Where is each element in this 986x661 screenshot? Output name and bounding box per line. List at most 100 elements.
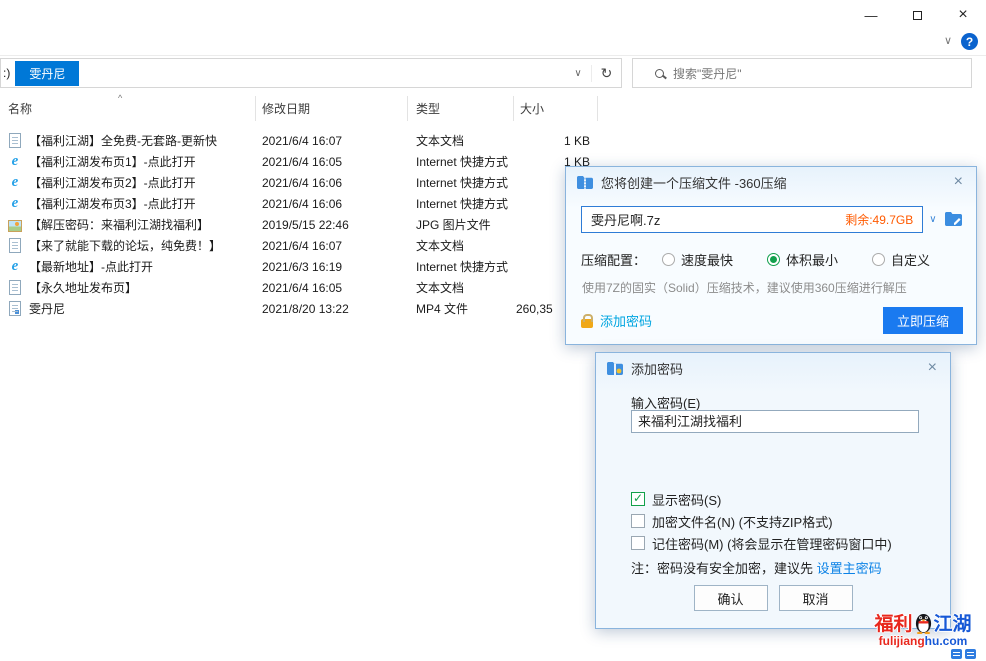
search-box[interactable]: 搜索"雯丹尼": [632, 58, 972, 88]
mp4-video-icon: [9, 301, 21, 316]
file-row[interactable]: 【福利江湖发布页1】-点此打开 2021/6/4 16:05 Internet …: [0, 151, 622, 172]
ribbon-expand-icon[interactable]: ∨: [944, 34, 952, 47]
file-date: 2021/6/4 16:06: [256, 176, 408, 190]
file-row[interactable]: 【解压密码：来福利江湖找福利】 2019/5/15 22:46 JPG 图片文件: [0, 214, 622, 235]
watermark-url: fulijianghu.com: [864, 634, 982, 648]
file-row[interactable]: 【最新地址】-点此打开 2021/6/3 16:19 Internet 快捷方式: [0, 256, 622, 277]
help-icon[interactable]: ?: [961, 33, 978, 50]
file-name-cell: 【福利江湖发布页2】-点此打开: [0, 174, 256, 191]
checkbox-label: 显示密码(S): [652, 490, 721, 509]
password-note: 注：密码没有安全加密，建议先 设置主密码: [631, 558, 882, 577]
column-header-date[interactable]: 修改日期: [256, 96, 408, 121]
confirm-button[interactable]: 确认: [694, 585, 768, 611]
compress-config-row: 压缩配置： 速度最快 体积最小 自定义: [581, 250, 964, 269]
compress-options: 速度最快 体积最小 自定义: [662, 250, 964, 269]
address-bar[interactable]: :) 雯丹尼 ∨ ↻: [0, 58, 622, 88]
compress-option[interactable]: 速度最快: [662, 250, 733, 269]
file-row[interactable]: 【福利江湖】全免费-无套路-更新快 2021/6/4 16:07 文本文档 1 …: [0, 130, 622, 151]
archive-password-icon: [607, 362, 623, 375]
text-file-icon: [9, 238, 21, 253]
radio-label: 速度最快: [681, 250, 733, 269]
cancel-button[interactable]: 取消: [779, 585, 853, 611]
file-name: 【最新地址】-点此打开: [29, 258, 153, 275]
file-date: 2021/6/4 16:05: [256, 281, 408, 295]
radio-icon: [872, 253, 885, 266]
file-name: 【福利江湖】全免费-无套路-更新快: [29, 132, 217, 149]
internet-shortcut-icon: [8, 175, 22, 191]
file-date: 2019/5/15 22:46: [256, 218, 408, 232]
address-dropdown-icon[interactable]: ∨: [565, 68, 591, 79]
file-row[interactable]: 雯丹尼 2021/8/20 13:22 MP4 文件 260,35: [0, 298, 622, 319]
watermark-badges: [864, 649, 982, 659]
checkbox-label: 加密文件名(N) (不支持ZIP格式): [652, 512, 833, 531]
close-button[interactable]: ×: [940, 0, 986, 30]
search-icon: [655, 69, 664, 78]
sort-ascending-icon: ^: [118, 93, 122, 103]
file-date: 2021/6/4 16:07: [256, 239, 408, 253]
file-row[interactable]: 【来了就能下载的论坛，纯免费！】 2021/6/4 16:07 文本文档: [0, 235, 622, 256]
compress-now-button[interactable]: 立即压缩: [883, 307, 963, 334]
password-option[interactable]: 显示密码(S): [631, 488, 892, 510]
compress-config-label: 压缩配置：: [581, 250, 646, 269]
file-type: Internet 快捷方式: [408, 153, 514, 170]
radio-icon: [662, 253, 675, 266]
file-type: 文本文档: [408, 237, 514, 254]
minimize-icon: —: [865, 8, 878, 23]
contact-badge-icon: [951, 649, 962, 659]
compress-option[interactable]: 体积最小: [767, 250, 838, 269]
file-name-cell: 【最新地址】-点此打开: [0, 258, 256, 275]
file-date: 2021/6/4 16:06: [256, 197, 408, 211]
compress-dialog-close-icon[interactable]: ×: [952, 174, 965, 190]
internet-shortcut-icon: [8, 196, 22, 212]
file-row[interactable]: 【永久地址发布页】 2021/6/4 16:05 文本文档: [0, 277, 622, 298]
column-header-size[interactable]: 大小: [514, 96, 598, 121]
add-password-link[interactable]: 添加密码: [581, 311, 652, 330]
radio-label: 体积最小: [786, 250, 838, 269]
password-option[interactable]: 记住密码(M) (将会显示在管理密码窗口中): [631, 532, 892, 554]
checkbox-label: 记住密码(M) (将会显示在管理密码窗口中): [652, 534, 892, 553]
breadcrumb-drive[interactable]: :): [1, 66, 10, 80]
compress-dialog-titlebar: 您将创建一个压缩文件 -360压缩 ×: [566, 167, 976, 197]
file-date: 2021/6/4 16:05: [256, 155, 408, 169]
archive-filename-input[interactable]: 雯丹尼啊.7z 剩余:49.7GB: [581, 206, 923, 233]
refresh-icon[interactable]: ↻: [591, 65, 621, 82]
file-list: 【福利江湖】全免费-无套路-更新快 2021/6/4 16:07 文本文档 1 …: [0, 130, 622, 319]
file-name-cell: 雯丹尼: [0, 300, 256, 317]
contact-badge-icon: [965, 649, 976, 659]
file-name-cell: 【福利江湖发布页3】-点此打开: [0, 195, 256, 212]
internet-shortcut-icon: [8, 259, 22, 275]
password-dialog: 添加密码 × 输入密码(E) 来福利江湖找福利 显示密码(S) 加密文件名(N)…: [595, 352, 951, 629]
file-name: 雯丹尼: [29, 300, 65, 317]
set-master-password-link[interactable]: 设置主密码: [817, 561, 882, 576]
disk-space-remaining: 剩余:49.7GB: [845, 211, 913, 228]
file-name: 【解压密码：来福利江湖找福利】: [29, 216, 209, 233]
site-watermark: 福利 江湖 fulijianghu.com: [864, 609, 982, 659]
file-row[interactable]: 【福利江湖发布页3】-点此打开 2021/6/4 16:06 Internet …: [0, 193, 622, 214]
minimize-button[interactable]: —: [848, 0, 894, 30]
password-dialog-title: 添加密码: [631, 359, 683, 378]
lock-icon: [581, 319, 593, 328]
breadcrumb-folder[interactable]: 雯丹尼: [15, 61, 79, 86]
close-icon: ×: [958, 6, 967, 24]
file-name: 【福利江湖发布页2】-点此打开: [29, 174, 196, 191]
column-header-type[interactable]: 类型: [408, 96, 514, 121]
browse-folder-button[interactable]: [943, 212, 964, 226]
archive-icon: [577, 176, 593, 189]
file-name-cell: 【解压密码：来福利江湖找福利】: [0, 216, 256, 233]
compress-option[interactable]: 自定义: [872, 250, 930, 269]
compress-dialog: 您将创建一个压缩文件 -360压缩 × 雯丹尼啊.7z 剩余:49.7GB ∨ …: [565, 166, 977, 345]
file-row[interactable]: 【福利江湖发布页2】-点此打开 2021/6/4 16:06 Internet …: [0, 172, 622, 193]
maximize-icon: [913, 11, 922, 20]
window-controls: — ×: [848, 0, 986, 30]
ribbon-bar: ∨ ?: [0, 30, 986, 56]
column-header-name[interactable]: 名称 ^: [0, 96, 256, 121]
maximize-button[interactable]: [894, 0, 940, 30]
password-option[interactable]: 加密文件名(N) (不支持ZIP格式): [631, 510, 892, 532]
filename-dropdown-icon[interactable]: ∨: [923, 214, 942, 225]
archive-filename: 雯丹尼啊.7z: [591, 210, 660, 229]
password-input[interactable]: 来福利江湖找福利: [631, 410, 919, 433]
compress-hint-text: 使用7Z的固实（Solid）压缩技术，建议使用360压缩进行解压: [582, 279, 907, 296]
file-name-cell: 【福利江湖】全免费-无套路-更新快: [0, 132, 256, 149]
password-dialog-titlebar: 添加密码 ×: [596, 353, 950, 383]
password-dialog-close-icon[interactable]: ×: [926, 360, 939, 376]
